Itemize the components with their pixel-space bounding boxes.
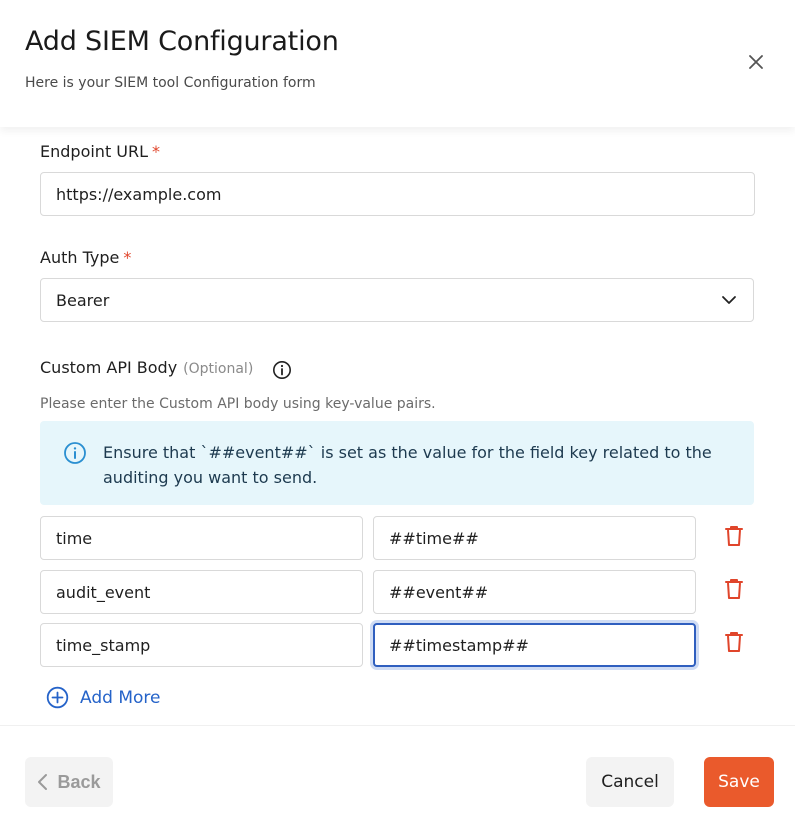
- optional-tag: (Optional): [183, 361, 254, 377]
- dialog-body: Endpoint URL* Auth Type* Bearer Custom A…: [0, 127, 795, 725]
- custom-body-helper-text: Please enter the Custom API body using k…: [40, 396, 436, 412]
- dialog-header: Add SIEM Configuration Here is your SIEM…: [0, 0, 795, 127]
- info-icon: [64, 442, 86, 464]
- body-key-input[interactable]: [40, 516, 363, 560]
- endpoint-url-input[interactable]: [40, 172, 755, 216]
- delete-pair-button[interactable]: [723, 577, 745, 601]
- body-value-input[interactable]: [373, 516, 696, 560]
- custom-api-body-label: Custom API Body (Optional): [40, 358, 253, 377]
- delete-pair-button[interactable]: [723, 524, 745, 548]
- info-icon: [273, 361, 291, 379]
- auth-type-selected-value: Bearer: [56, 290, 110, 310]
- custom-api-body-label-text: Custom API Body: [40, 358, 178, 377]
- auth-type-label: Auth Type *: [40, 248, 131, 267]
- required-mark: *: [152, 142, 161, 161]
- dialog-title: Add SIEM Configuration: [25, 26, 339, 57]
- add-more-button[interactable]: Add More: [46, 686, 160, 709]
- back-button-label: Back: [57, 771, 101, 792]
- trash-icon: [725, 579, 743, 599]
- body-key-input[interactable]: [40, 623, 363, 667]
- close-button[interactable]: [744, 50, 768, 74]
- back-button[interactable]: Back: [25, 757, 113, 807]
- info-banner: Ensure that `##event##` is set as the va…: [40, 421, 754, 505]
- auth-type-label-text: Auth Type: [40, 248, 120, 267]
- chevron-down-icon: [722, 296, 736, 304]
- trash-icon: [725, 526, 743, 546]
- delete-pair-button[interactable]: [723, 630, 745, 654]
- plus-circle-icon: [46, 686, 69, 709]
- cancel-button[interactable]: Cancel: [586, 757, 674, 807]
- dialog-footer: Back Cancel Save: [0, 725, 795, 829]
- custom-body-info-button[interactable]: [272, 360, 292, 380]
- body-key-input[interactable]: [40, 570, 363, 614]
- trash-icon: [725, 632, 743, 652]
- required-mark: *: [123, 248, 132, 267]
- endpoint-url-label: Endpoint URL *: [40, 142, 160, 161]
- body-value-input[interactable]: [373, 570, 696, 614]
- endpoint-url-label-text: Endpoint URL: [40, 142, 149, 161]
- save-button[interactable]: Save: [704, 757, 774, 807]
- dialog-subtitle: Here is your SIEM tool Configuration for…: [25, 75, 316, 91]
- add-more-label: Add More: [80, 687, 161, 708]
- close-icon: [749, 55, 763, 69]
- chevron-left-icon: [38, 774, 48, 790]
- auth-type-select[interactable]: Bearer: [40, 278, 754, 322]
- body-value-input[interactable]: [373, 623, 696, 667]
- info-banner-text: Ensure that `##event##` is set as the va…: [103, 443, 712, 487]
